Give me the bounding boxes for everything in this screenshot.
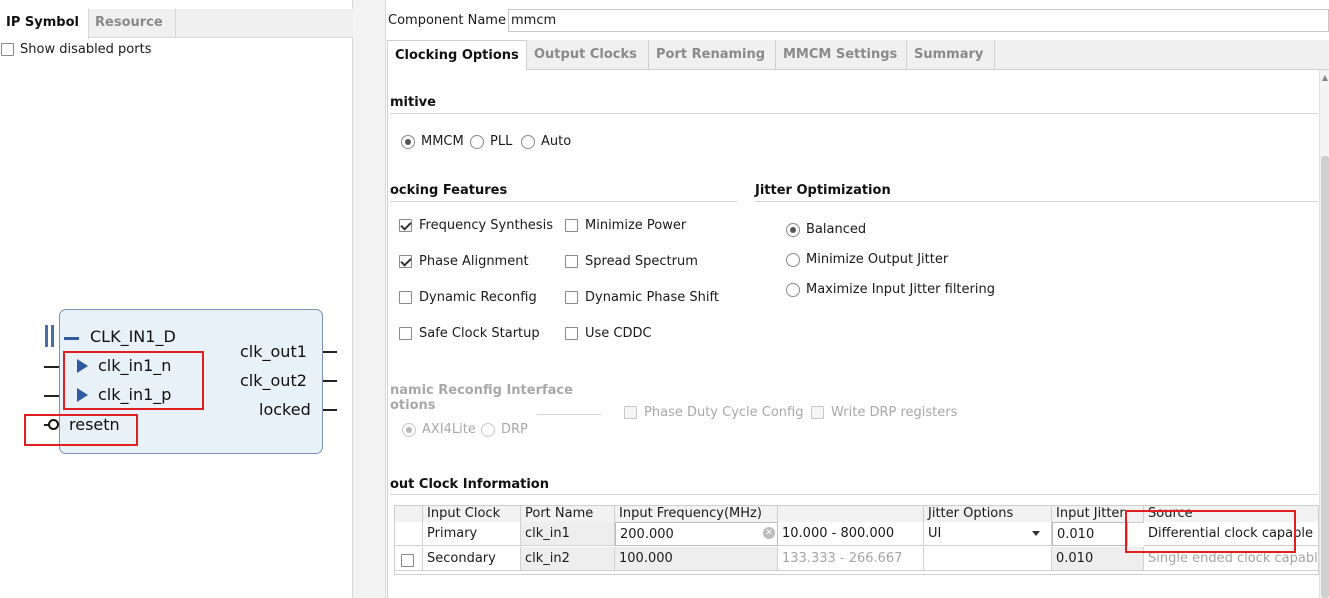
table-header-input-clock: Input Clock <box>423 506 521 523</box>
tab-port-renaming[interactable]: Port Renaming <box>649 40 776 70</box>
section-divider <box>390 494 1318 495</box>
label-balanced: Balanced <box>806 222 867 237</box>
checkbox-spread-spectrum[interactable] <box>565 255 578 268</box>
label-maximize-input-jitter: Maximize Input Jitter filtering <box>806 282 995 297</box>
section-divider <box>390 113 1318 114</box>
tab-summary[interactable]: Summary <box>907 40 995 70</box>
section-title-clocking-features: ocking Features <box>390 183 508 198</box>
bus-pin-marker-2 <box>51 325 54 347</box>
label-use-cddc: Use CDDC <box>585 326 652 341</box>
port-clk-out1: clk_out1 <box>240 342 307 361</box>
table-header-jitter-options: Jitter Options <box>924 506 1052 523</box>
component-name-input[interactable]: mmcm <box>508 9 1329 32</box>
bus-collapse-icon[interactable] <box>64 337 79 340</box>
label-phase-duty-cycle: Phase Duty Cycle Config <box>644 405 804 420</box>
label-drp: DRP <box>501 422 528 437</box>
radio-mmcm-label: MMCM <box>421 134 464 149</box>
checkbox-phase-duty-cycle[interactable] <box>624 406 637 419</box>
cell-primary-input-jitter[interactable]: 0.010 <box>1052 522 1128 546</box>
pin-clk-in1-p <box>44 395 59 397</box>
radio-pll-label: PLL <box>490 134 513 149</box>
label-safe-clock-startup: Safe Clock Startup <box>419 326 540 341</box>
section-divider <box>390 201 737 202</box>
port-locked: locked <box>259 400 311 419</box>
table-header-range <box>778 506 924 523</box>
bus-label: CLK_IN1_D <box>90 327 176 346</box>
checkbox-dynamic-phase-shift[interactable] <box>565 291 578 304</box>
label-minimize-output-jitter: Minimize Output Jitter <box>806 252 949 267</box>
ip-symbol-panel <box>0 0 353 598</box>
checkbox-frequency-synthesis[interactable] <box>399 219 412 232</box>
checkbox-minimize-power[interactable] <box>565 219 578 232</box>
show-disabled-ports-label: Show disabled ports <box>20 42 152 57</box>
cell-primary-port-name[interactable]: clk_in1 <box>521 522 615 546</box>
tab-resource[interactable]: Resource <box>89 9 176 38</box>
highlight-resetn <box>24 414 138 446</box>
checkbox-dynamic-reconfig[interactable] <box>399 291 412 304</box>
config-tab-bar: Clocking Options Output Clocks Port Rena… <box>387 40 1329 71</box>
checkbox-write-drp[interactable] <box>811 406 824 419</box>
table-row-primary-select <box>395 522 423 546</box>
section-title-jitter-optimization: Jitter Optimization <box>755 183 891 198</box>
table-header-input-frequency: Input Frequency(MHz) <box>615 506 778 523</box>
section-divider <box>755 201 1318 202</box>
cell-secondary-port-name[interactable]: clk_in2 <box>521 547 615 571</box>
pin-locked <box>323 409 337 411</box>
checkbox-secondary-clock[interactable] <box>401 554 414 567</box>
radio-pll[interactable] <box>470 135 484 149</box>
tab-clocking-options[interactable]: Clocking Options <box>387 40 527 71</box>
section-divider <box>537 414 601 415</box>
clear-input-icon[interactable]: ✕ <box>763 527 775 539</box>
radio-axi4lite[interactable] <box>402 423 416 437</box>
section-title-dynamic-reconfig-line2: otions <box>390 398 436 413</box>
label-frequency-synthesis: Frequency Synthesis <box>419 218 553 233</box>
highlight-diff-clock-inputs <box>63 351 204 410</box>
scrollbar-thumb[interactable] <box>1321 156 1329 598</box>
radio-maximize-input-jitter[interactable] <box>786 283 800 297</box>
panel-splitter[interactable] <box>353 0 386 598</box>
cell-primary-range: 10.000 - 800.000 <box>778 522 924 546</box>
section-title-primitive: mitive <box>390 95 436 110</box>
bus-pin-marker <box>45 325 48 347</box>
radio-drp[interactable] <box>481 423 495 437</box>
checkbox-safe-clock-startup[interactable] <box>399 327 412 340</box>
pin-clk-in1-n <box>44 366 59 368</box>
radio-mmcm[interactable] <box>401 135 415 149</box>
cell-secondary-range: 133.333 - 266.667 <box>778 547 924 571</box>
pin-clk-out2 <box>323 380 337 382</box>
tab-output-clocks[interactable]: Output Clocks <box>527 40 649 70</box>
scroll-up-icon[interactable]: ▲ <box>1321 74 1329 82</box>
tab-mmcm-settings[interactable]: MMCM Settings <box>776 40 907 70</box>
label-minimize-power: Minimize Power <box>585 218 687 233</box>
left-tab-bar: IP Symbol Resource <box>0 9 353 39</box>
table-header-select <box>395 506 423 523</box>
radio-auto-label: Auto <box>541 134 572 149</box>
cell-primary-input-clock: Primary <box>423 522 521 546</box>
section-title-input-clock-info: out Clock Information <box>390 477 549 492</box>
label-dynamic-reconfig: Dynamic Reconfig <box>419 290 537 305</box>
radio-balanced[interactable] <box>786 223 800 237</box>
cell-secondary-input-clock: Secondary <box>423 547 521 571</box>
radio-auto[interactable] <box>521 135 535 149</box>
highlight-source-cell <box>1125 510 1296 553</box>
section-title-dynamic-reconfig: namic Reconfig Interface <box>390 383 573 398</box>
cell-secondary-input-frequency[interactable]: 100.000 <box>615 547 778 571</box>
label-dynamic-phase-shift: Dynamic Phase Shift <box>585 290 719 305</box>
label-spread-spectrum: Spread Spectrum <box>585 254 698 269</box>
checkbox-phase-alignment[interactable] <box>399 255 412 268</box>
component-name-label: Component Name <box>388 13 506 28</box>
dropdown-arrow-icon[interactable] <box>1032 531 1040 536</box>
checkbox-use-cddc[interactable] <box>565 327 578 340</box>
pin-clk-out1 <box>323 351 337 353</box>
label-write-drp: Write DRP registers <box>831 405 958 420</box>
tab-ip-symbol[interactable]: IP Symbol <box>0 9 89 39</box>
radio-minimize-output-jitter[interactable] <box>786 253 800 267</box>
cell-secondary-jitter-options[interactable] <box>924 547 1052 571</box>
label-phase-alignment: Phase Alignment <box>419 254 529 269</box>
cell-primary-input-frequency[interactable]: 200.000 <box>615 522 778 546</box>
show-disabled-ports-checkbox[interactable] <box>1 43 14 56</box>
label-axi4lite: AXI4Lite <box>422 422 476 437</box>
table-header-port-name: Port Name <box>521 506 615 523</box>
port-clk-out2: clk_out2 <box>240 371 307 390</box>
